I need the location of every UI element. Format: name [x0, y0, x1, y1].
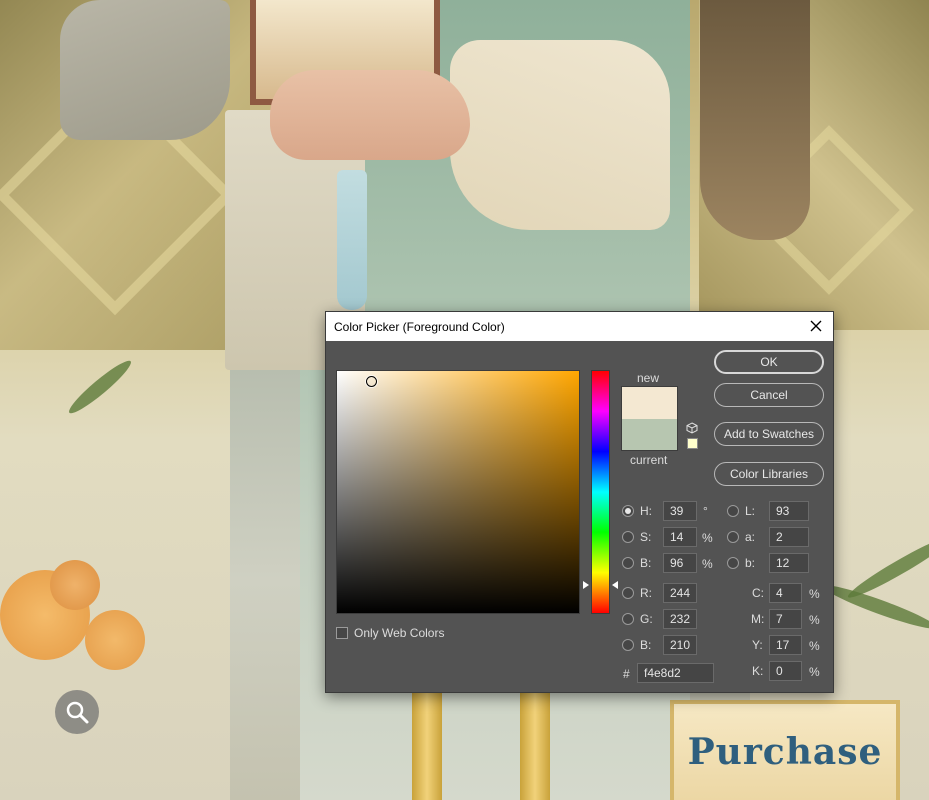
- magenta-value: 7: [776, 612, 783, 626]
- background-hair: [700, 0, 810, 240]
- blue-value: 210: [670, 638, 691, 652]
- black-input[interactable]: 0: [769, 661, 802, 681]
- hue-value: 39: [670, 504, 684, 518]
- b-channel-input[interactable]: 12: [769, 553, 809, 573]
- a-channel-input[interactable]: 2: [769, 527, 809, 547]
- ok-button-label: OK: [760, 355, 778, 369]
- only-web-colors-checkbox[interactable]: [336, 627, 348, 639]
- black-value: 0: [776, 664, 783, 678]
- background-left-sleeve: [60, 0, 230, 140]
- black-label: K:: [752, 664, 764, 678]
- color-libraries-label: Color Libraries: [729, 467, 809, 481]
- black-unit: %: [809, 665, 820, 679]
- green-value: 232: [670, 612, 691, 626]
- dialog-title: Color Picker (Foreground Color): [334, 319, 505, 334]
- cancel-button-label: Cancel: [750, 388, 788, 402]
- magenta-unit: %: [809, 613, 820, 627]
- b-channel-radio[interactable]: [727, 557, 739, 569]
- magenta-label: M:: [751, 612, 765, 626]
- background-tassel: [337, 170, 367, 310]
- magnifier-icon: [66, 701, 89, 724]
- cyan-input[interactable]: 4: [769, 583, 802, 603]
- zoom-button[interactable]: [55, 690, 99, 734]
- lightness-value: 93: [776, 504, 790, 518]
- blue-radio[interactable]: [622, 639, 634, 651]
- hue-slider[interactable]: [591, 370, 610, 614]
- green-input[interactable]: 232: [663, 609, 697, 629]
- lightness-radio[interactable]: [727, 505, 739, 517]
- cyan-label: C:: [752, 586, 764, 600]
- red-value: 244: [670, 586, 691, 600]
- a-channel-value: 2: [776, 530, 783, 544]
- hue-slider-handle-left[interactable]: [583, 581, 589, 589]
- hex-value: f4e8d2: [644, 666, 681, 680]
- close-icon: [810, 320, 822, 332]
- hue-slider-handle-right[interactable]: [612, 581, 618, 589]
- cyan-value: 4: [776, 586, 783, 600]
- cancel-button[interactable]: Cancel: [714, 383, 824, 407]
- only-web-colors-label: Only Web Colors: [354, 626, 445, 640]
- add-to-swatches-button[interactable]: Add to Swatches: [714, 422, 824, 446]
- purchase-button[interactable]: Purchase: [670, 700, 900, 800]
- background-gold-ribbon: [520, 690, 550, 800]
- yellow-unit: %: [809, 639, 820, 653]
- ornament-circle: [50, 560, 100, 610]
- current-color-swatch[interactable]: [621, 419, 678, 451]
- color-field-marker[interactable]: [366, 376, 377, 387]
- websafe-color-swatch[interactable]: [687, 438, 698, 449]
- green-radio[interactable]: [622, 613, 634, 625]
- hue-unit: °: [703, 504, 708, 518]
- yellow-input[interactable]: 17: [769, 635, 802, 655]
- hex-input[interactable]: f4e8d2: [637, 663, 714, 683]
- ornament-circle: [85, 610, 145, 670]
- hue-label: H:: [640, 504, 652, 518]
- blue-label: B:: [640, 638, 652, 652]
- lightness-label: L:: [745, 504, 756, 518]
- red-input[interactable]: 244: [663, 583, 697, 603]
- color-picker-dialog: Color Picker (Foreground Color) new curr…: [325, 311, 834, 693]
- brightness-input[interactable]: 96: [663, 553, 697, 573]
- a-channel-label: a:: [745, 530, 756, 544]
- brightness-radio[interactable]: [622, 557, 634, 569]
- yellow-value: 17: [776, 638, 790, 652]
- saturation-radio[interactable]: [622, 531, 634, 543]
- brightness-unit: %: [702, 557, 713, 571]
- brightness-label: B:: [640, 556, 652, 570]
- websafe-cube-icon[interactable]: [686, 422, 698, 434]
- b-channel-label: b:: [745, 556, 756, 570]
- hex-label: #: [623, 667, 630, 681]
- lightness-input[interactable]: 93: [769, 501, 809, 521]
- b-channel-value: 12: [776, 556, 790, 570]
- saturation-unit: %: [702, 531, 713, 545]
- red-radio[interactable]: [622, 587, 634, 599]
- saturation-input[interactable]: 14: [663, 527, 697, 547]
- new-color-label: new: [637, 371, 660, 385]
- background-gold-ribbon: [412, 690, 442, 800]
- blue-input[interactable]: 210: [663, 635, 697, 655]
- a-channel-radio[interactable]: [727, 531, 739, 543]
- ok-button[interactable]: OK: [714, 350, 824, 374]
- purchase-label: Purchase: [687, 731, 883, 773]
- hue-radio[interactable]: [622, 505, 634, 517]
- current-color-label: current: [630, 453, 668, 467]
- cyan-unit: %: [809, 587, 820, 601]
- brightness-value: 96: [670, 556, 684, 570]
- color-libraries-button[interactable]: Color Libraries: [714, 462, 824, 486]
- background-right-sleeve: [450, 40, 670, 230]
- costume-thumbnail-ornament[interactable]: [0, 560, 150, 670]
- green-label: G:: [640, 612, 653, 626]
- background-hand: [270, 70, 470, 160]
- red-label: R:: [640, 586, 652, 600]
- yellow-label: Y:: [752, 638, 763, 652]
- color-field[interactable]: [336, 370, 580, 614]
- saturation-value: 14: [670, 530, 684, 544]
- hue-input[interactable]: 39: [663, 501, 697, 521]
- new-color-swatch: [621, 386, 678, 419]
- magenta-input[interactable]: 7: [769, 609, 802, 629]
- close-button[interactable]: [803, 314, 829, 338]
- add-to-swatches-label: Add to Swatches: [723, 427, 815, 441]
- dialog-titlebar[interactable]: Color Picker (Foreground Color): [326, 312, 833, 341]
- saturation-label: S:: [640, 530, 652, 544]
